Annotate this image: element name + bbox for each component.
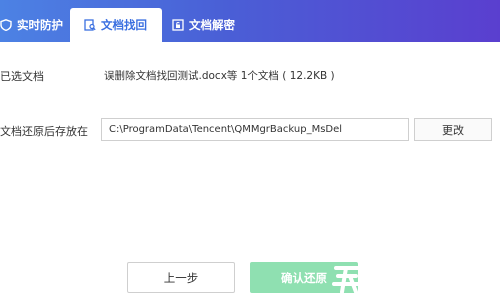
- tab-realtime-protection[interactable]: 实时防护: [0, 8, 71, 42]
- selected-docs-label: 已选文档: [0, 70, 44, 83]
- tab-document-recovery-label: 文档找回: [101, 18, 147, 32]
- restore-path-field[interactable]: C:\ProgramData\Tencent\QMMgrBackup_MsDel: [101, 118, 409, 141]
- tab-document-recovery[interactable]: 文档找回: [70, 8, 162, 42]
- previous-step-button[interactable]: 上一步: [127, 262, 235, 293]
- change-path-button[interactable]: 更改: [414, 118, 492, 141]
- tab-document-decrypt-label: 文档解密: [189, 18, 235, 32]
- tab-document-decrypt[interactable]: 文档解密: [172, 8, 235, 42]
- unlock-icon: [172, 19, 184, 31]
- document-search-icon: [84, 19, 96, 31]
- shield-icon: [0, 19, 12, 32]
- restore-location-label: 文档还原后存放在: [0, 125, 88, 138]
- selected-docs-value: 误删除文档找回测试.docx等 1个文档 ( 12.2KB ): [104, 70, 335, 82]
- tab-realtime-protection-label: 实时防护: [17, 18, 63, 32]
- watermark-logo: [332, 262, 362, 298]
- tab-bar: 实时防护 文档找回 文档解密: [0, 0, 500, 42]
